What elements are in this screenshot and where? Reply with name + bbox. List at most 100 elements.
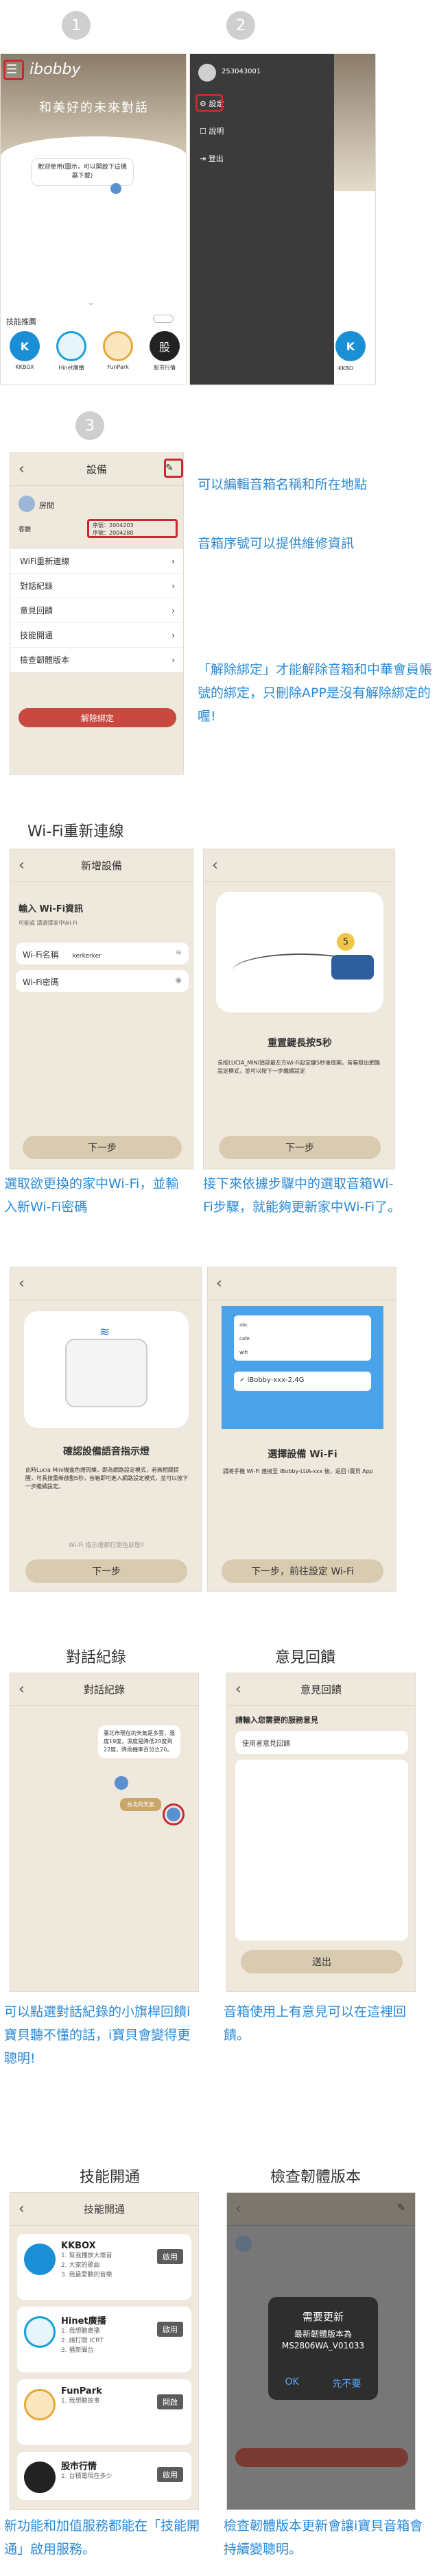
wifi-list: abc cafe wifi (234, 1315, 371, 1361)
back-icon[interactable]: ‹ (235, 2200, 241, 2217)
kkbox-icon: K (335, 331, 366, 361)
highlight-menu (3, 60, 24, 80)
menu-feedback[interactable]: 意見回饋 › (10, 598, 183, 623)
step-title: 確認設備語音指示燈 (63, 1446, 150, 1457)
row-label: WiFi重新連線 (20, 557, 70, 566)
back-icon[interactable]: ‹ (19, 1681, 25, 1698)
ok-button[interactable]: OK (285, 2377, 298, 2390)
back-icon[interactable]: ‹ (19, 2200, 25, 2217)
indicator-illustration: ≋ (24, 1311, 189, 1428)
menu-item-help[interactable]: ☐ 說明 (200, 125, 224, 136)
menu-dialog[interactable]: 對話紀錄 › (10, 574, 183, 598)
skill-kkbox[interactable]: K KKBOX (5, 331, 45, 372)
skill-label: 股市行情 (154, 365, 176, 371)
chevron-right-icon: › (171, 556, 175, 566)
device-name: 房間 (39, 501, 54, 510)
back-icon[interactable]: ‹ (19, 1275, 25, 1292)
caption-firmware: 檢查韌體版本更新會讓i寶貝音箱會持續變聰明。 (224, 2518, 423, 2557)
next-button[interactable]: 下一步 (23, 1136, 182, 1159)
side-drawer: 253043001 ⚙ 設定 ☐ 說明 ⇥ 登出 (190, 54, 334, 385)
kkbox-icon (24, 2244, 56, 2275)
section-wifi: Wi-Fi重新連線 (27, 823, 124, 840)
more-pill[interactable] (153, 315, 174, 323)
skill-card-kkbox[interactable]: KKBOX 1. 幫我播放大壞音 2. 大家的歌曲 3. 我最愛聽的音樂 啟用 (17, 2234, 191, 2300)
hinet-icon (56, 331, 86, 361)
app-logo: ibobby (29, 61, 81, 78)
section-firmware: 檢查韌體版本 (270, 2169, 361, 2186)
skill-card-funpark[interactable]: FunPark 1. 我想聽故事 開啟 (17, 2379, 191, 2445)
skills-screen: ‹ 技能開通 KKBOX 1. 幫我播放大壞音 2. 大家的歌曲 3. 我最愛聽的… (10, 2192, 199, 2510)
next-wifi-button[interactable]: 下一步，前往設定 Wi-Fi (222, 1559, 383, 1583)
note-serial: 音箱序號可以提供維修資訊 (198, 536, 355, 551)
header: ‹ 新增設備 (10, 849, 193, 882)
step-number-3: 3 (75, 411, 104, 440)
skill-line: 3. 我最愛聽的音樂 (61, 2272, 112, 2279)
wifi-name-field[interactable]: Wi-Fi名稱 kerkerker ≋ (16, 943, 189, 964)
edit-icon[interactable]: ✎ (397, 2202, 405, 2213)
welcome-bubble: 歡迎使用(圖示，可以開啟下這機器下載) (31, 158, 134, 186)
caption-wifi-2: 接下來依據步驟中的選取音箱Wi-Fi步驟，就能夠更新家中Wi-Fi了。 (203, 1176, 401, 1215)
bobby-avatar-icon (115, 1776, 128, 1790)
skill-line: 3. 播新聞台 (61, 2347, 94, 2354)
enable-button[interactable]: 啟用 (157, 2322, 183, 2337)
kkbox-icon: K (10, 331, 40, 361)
placeholder: 使用者意見回饋 (242, 1740, 290, 1748)
popup-buttons: OK 先不要 (268, 2377, 378, 2390)
row-label: 對話紀錄 (20, 581, 54, 591)
back-icon[interactable]: ‹ (19, 857, 25, 874)
feedback-textarea[interactable] (235, 1760, 408, 1941)
header: ‹ 對話紀錄 (10, 1673, 198, 1706)
back-icon[interactable]: ‹ (235, 1681, 241, 1698)
later-button[interactable]: 先不要 (333, 2377, 361, 2390)
home-screen: ☰ ibobby 和美好的未來對話 歡迎使用(圖示，可以開啟下這機器下載) ⌄ … (0, 53, 187, 385)
back-icon[interactable]: ‹ (216, 1275, 222, 1292)
enable-button[interactable]: 啟用 (157, 2249, 183, 2264)
popup-title: 需要更新 (302, 2311, 344, 2323)
device-icon (19, 496, 35, 512)
wifi-password-field[interactable]: Wi-Fi密碼 ◉ (16, 970, 189, 992)
eye-icon[interactable]: ◉ (175, 975, 182, 984)
section-feedback: 意見回饋 (274, 1649, 335, 1666)
skill-stock[interactable]: 股 股市行情 (145, 331, 185, 372)
step-desc: 長按LUCIA_MINI頂部最左方Wi-Fi設定鍵5秒後放開，音箱發出網路設定模… (217, 1060, 381, 1074)
menu-skills[interactable]: 技能開通 › (10, 623, 183, 648)
highlight-serial (87, 519, 178, 538)
skill-label: FunPark (107, 364, 129, 370)
help-link[interactable]: Wi-Fi 指示燈都打開色狀態? (10, 1540, 201, 1549)
skill-hinet[interactable]: Hinet廣播 (51, 331, 91, 372)
send-button[interactable]: 送出 (241, 1950, 403, 1973)
step-title: 選擇設備 Wi-Fi (268, 1449, 337, 1460)
enable-button[interactable]: 開啟 (157, 2394, 183, 2409)
skill-funpark[interactable]: FunPark (98, 331, 138, 372)
back-icon[interactable]: ‹ (19, 461, 25, 478)
menu-wifi[interactable]: WiFi重新連線 › (10, 549, 183, 574)
unbind-button-dimmed (235, 2448, 408, 2467)
header: ‹ (208, 1267, 396, 1300)
highlight-edit (164, 459, 183, 478)
skill-card-hinet[interactable]: Hinet廣播 1. 我想聽廣播 2. 請打開 ICRT 3. 播新聞台 啟用 (17, 2307, 191, 2372)
menu-label: 登出 (208, 154, 224, 163)
page-title: 設備 (86, 463, 107, 476)
back-icon[interactable]: ‹ (212, 857, 218, 874)
settings-menu: WiFi重新連線 › 對話紀錄 › 意見回饋 › 技能開通 › 檢查韌體版本 › (10, 549, 183, 672)
unbind-button[interactable]: 解除綁定 (19, 708, 176, 727)
page-title: 新增設備 (80, 860, 122, 872)
wifi-icon: ≋ (175, 948, 182, 957)
hinet-icon (24, 2316, 56, 2348)
feedback-input[interactable]: 使用者意見回饋 (235, 1731, 408, 1754)
section-dialog: 對話紀錄 (65, 1649, 126, 1666)
settings-header: ‹ 設備 ✎ (10, 453, 183, 486)
skill-card-stock[interactable]: 股市行情 1. 台積電現在多少 啟用 (17, 2452, 191, 2500)
next-button[interactable]: 下一步 (219, 1136, 381, 1159)
enable-button[interactable]: 啟用 (157, 2467, 183, 2482)
highlight-flag (163, 1803, 185, 1825)
chevron-down-icon[interactable]: ⌄ (87, 297, 95, 308)
menu-item-logout[interactable]: ⇥ 登出 (200, 153, 224, 164)
row-label: 意見回饋 (20, 606, 54, 616)
next-button[interactable]: 下一步 (25, 1559, 187, 1583)
feedback-screen: ‹ 意見回饋 請輸入您需要的服務意見 使用者意見回饋 送出 (226, 1673, 416, 1992)
step-number-2: 2 (226, 11, 255, 40)
menu-firmware[interactable]: 檢查韌體版本 › (10, 648, 183, 672)
header: ‹ 意見回饋 (227, 1673, 415, 1706)
chevron-right-icon: › (171, 655, 175, 665)
